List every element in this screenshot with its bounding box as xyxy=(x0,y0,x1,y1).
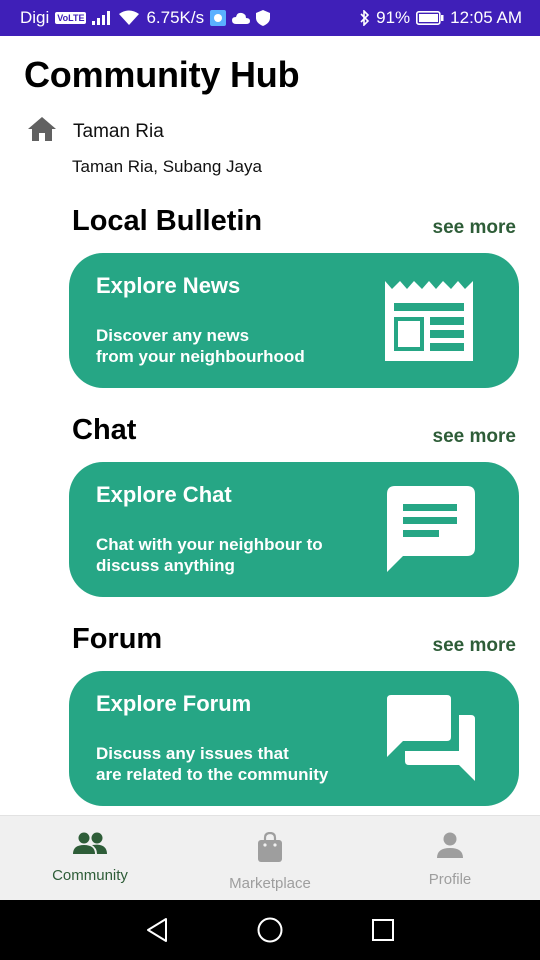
bottom-navigation: Community Marketplace Profile xyxy=(0,815,540,900)
see-more-chat[interactable]: see more xyxy=(433,426,516,448)
forum-icon xyxy=(387,695,475,788)
card-description: Discuss any issues that are related to t… xyxy=(96,744,329,784)
shopping-bag-icon xyxy=(256,831,284,867)
nav-label: Profile xyxy=(428,871,472,888)
cloud-icon xyxy=(232,12,251,24)
wifi-icon xyxy=(118,10,140,26)
nav-item-profile[interactable]: Profile xyxy=(360,816,540,900)
recents-square-icon xyxy=(372,919,395,941)
app-notification-icon xyxy=(210,10,227,26)
status-bar: Digi VoLTE 6.75K/s 91% 12:05 AM xyxy=(0,0,540,36)
clock: 12:05 AM xyxy=(450,8,522,27)
people-icon xyxy=(72,832,108,859)
explore-news-card[interactable]: Explore News Discover any news from your… xyxy=(69,253,519,388)
card-title: Explore News xyxy=(96,273,241,298)
location-detail: Taman Ria, Subang Jaya xyxy=(72,157,262,176)
section-title-local-bulletin: Local Bulletin xyxy=(72,205,263,237)
recents-button[interactable] xyxy=(363,910,403,950)
status-bar-left: Digi VoLTE 6.75K/s xyxy=(20,8,271,28)
carrier-label: Digi xyxy=(20,8,50,27)
home-button[interactable] xyxy=(250,910,290,950)
card-title: Explore Chat xyxy=(96,482,232,507)
nav-label: Community xyxy=(52,867,128,884)
back-triangle-icon xyxy=(146,918,167,942)
explore-chat-card[interactable]: Explore Chat Chat with your neighbour to… xyxy=(69,462,519,597)
card-title: Explore Forum xyxy=(96,691,252,716)
see-more-forum[interactable]: see more xyxy=(433,635,516,657)
section-title-forum: Forum xyxy=(72,623,163,655)
location-name: Taman Ria xyxy=(73,120,164,142)
location-row[interactable]: Taman Ria xyxy=(27,116,164,147)
vpn-shield-icon xyxy=(256,10,271,26)
explore-forum-card[interactable]: Explore Forum Discuss any issues that ar… xyxy=(69,671,519,806)
bluetooth-icon xyxy=(360,10,370,26)
network-speed: 6.75K/s xyxy=(146,8,205,27)
card-description: Chat with your neighbour to discuss anyt… xyxy=(96,535,323,575)
newspaper-icon xyxy=(385,281,473,366)
back-button[interactable] xyxy=(137,910,177,950)
system-navigation-bar xyxy=(0,900,540,960)
person-icon xyxy=(436,832,464,863)
nav-label: Marketplace xyxy=(229,875,311,892)
card-description: Discover any news from your neighbourhoo… xyxy=(96,326,305,366)
signal-icon xyxy=(92,11,112,25)
battery-icon xyxy=(416,11,444,25)
volte-badge: VoLTE xyxy=(55,12,87,24)
see-more-local-bulletin[interactable]: see more xyxy=(433,217,516,239)
nav-item-community[interactable]: Community xyxy=(0,816,180,900)
nav-item-marketplace[interactable]: Marketplace xyxy=(180,816,360,900)
page-title: Community Hub xyxy=(24,54,300,95)
battery-percent: 91% xyxy=(376,8,411,27)
home-circle-icon xyxy=(257,917,283,943)
home-icon xyxy=(27,116,57,147)
status-bar-right: 91% 12:05 AM xyxy=(360,8,522,28)
section-title-chat: Chat xyxy=(72,414,137,446)
chat-bubble-icon xyxy=(387,486,475,579)
